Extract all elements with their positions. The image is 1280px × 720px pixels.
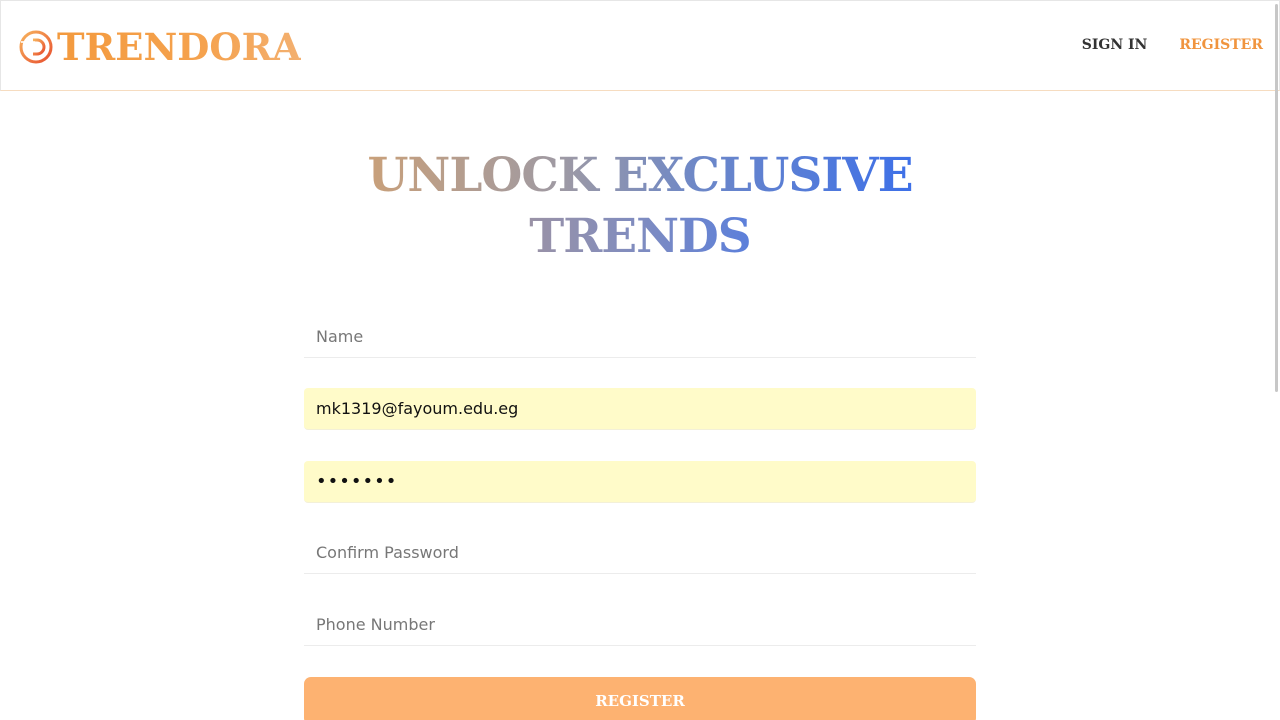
top-header: TRENDORA SIGN IN REGISTER xyxy=(0,0,1280,91)
page-scrollbar[interactable] xyxy=(1275,4,1278,392)
brand-logo[interactable]: TRENDORA xyxy=(19,27,301,67)
brand-name: TRENDORA xyxy=(57,25,302,69)
hero-title: UNLOCK EXCLUSIVE TRENDS xyxy=(340,145,940,267)
phone-number-field[interactable] xyxy=(304,604,976,646)
hero-title-line2: TRENDS xyxy=(529,209,752,264)
trendora-logo-icon xyxy=(19,30,53,64)
confirm-password-field[interactable] xyxy=(304,532,976,574)
header-nav: SIGN IN REGISTER xyxy=(1082,37,1263,53)
register-submit-button[interactable]: REGISTER xyxy=(304,677,976,720)
hero-title-line1: UNLOCK EXCLUSIVE xyxy=(367,148,913,203)
register-page: TRENDORA SIGN IN REGISTER UNLOCK EXCLUSI… xyxy=(0,0,1280,720)
nav-register-link[interactable]: REGISTER xyxy=(1179,37,1263,53)
password-field[interactable] xyxy=(304,461,976,503)
name-field[interactable] xyxy=(304,316,976,358)
email-field[interactable] xyxy=(304,388,976,430)
nav-sign-in-link[interactable]: SIGN IN xyxy=(1082,37,1148,53)
